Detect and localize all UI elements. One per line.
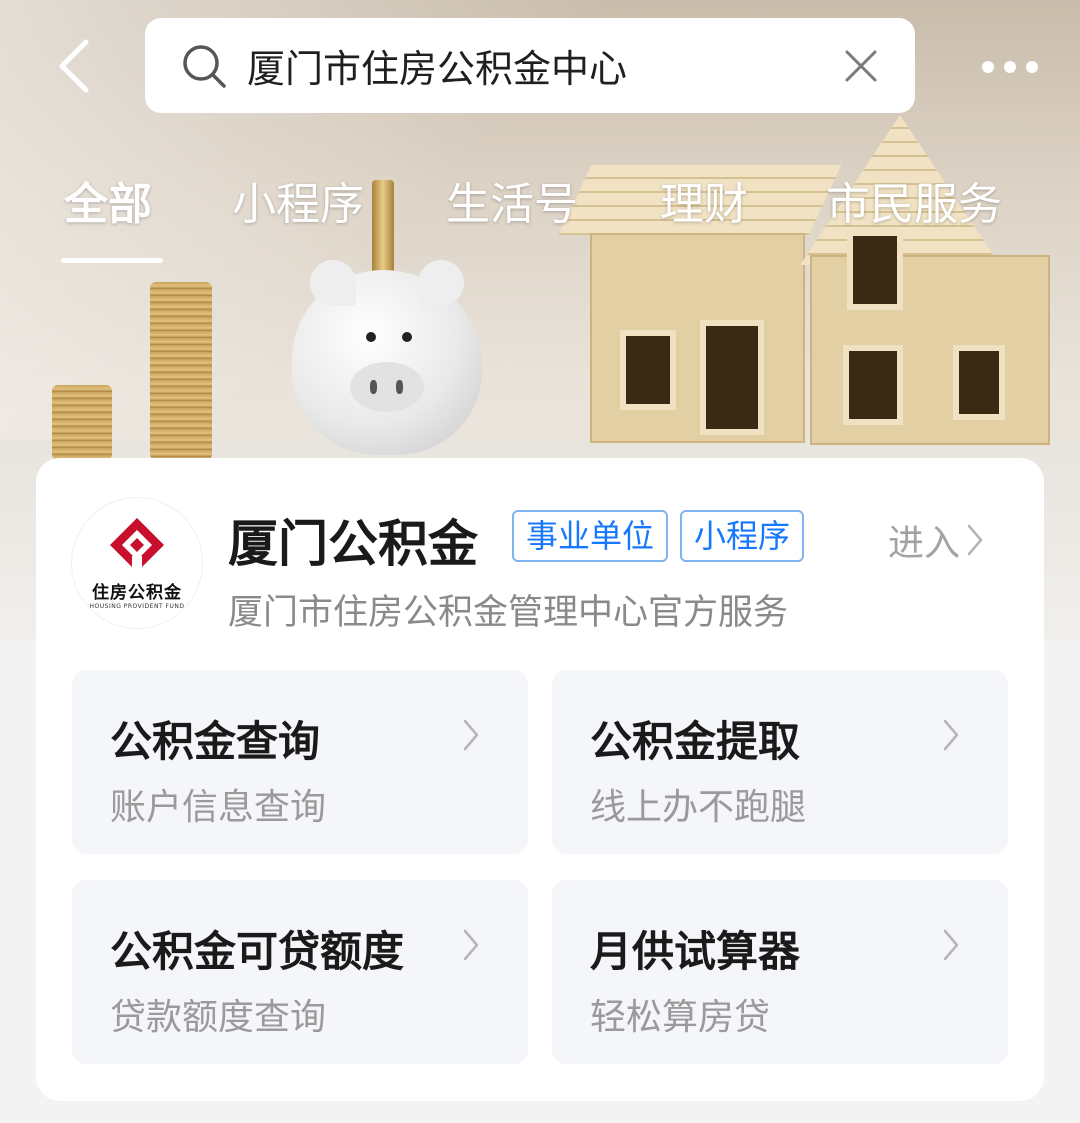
- service-loan-quota[interactable]: 公积金可贷额度 贷款额度查询: [72, 880, 528, 1064]
- chevron-right-icon: [463, 719, 479, 751]
- service-desc: 贷款额度查询: [110, 997, 327, 1038]
- chevron-right-icon: [967, 524, 983, 556]
- tab-mini-program[interactable]: 小程序: [232, 168, 364, 232]
- active-tab-indicator: [61, 258, 163, 263]
- tab-all[interactable]: 全部: [64, 168, 152, 232]
- tab-life-account[interactable]: 生活号: [446, 168, 578, 232]
- tab-citizen-services[interactable]: 市民服务: [826, 168, 1002, 232]
- service-title: 公积金可贷额度: [110, 927, 405, 976]
- logo-text: 住房公积金: [92, 583, 182, 603]
- search-icon: [183, 44, 226, 88]
- tab-finance[interactable]: 理财: [660, 168, 748, 232]
- service-fund-query[interactable]: 公积金查询 账户信息查询: [72, 670, 528, 854]
- result-card: 住房公积金 HOUSING PROVIDENT FUND 厦门公积金 事业单位 …: [36, 458, 1044, 1101]
- category-tabs: 全部 小程序 生活号 理财 市民服务: [0, 168, 1080, 268]
- close-icon[interactable]: [841, 46, 881, 86]
- search-query-text[interactable]: 厦门市住房公积金中心: [247, 38, 841, 93]
- back-button[interactable]: [50, 38, 96, 94]
- service-title: 公积金查询: [110, 717, 321, 766]
- chevron-right-icon: [943, 719, 959, 751]
- chevron-right-icon: [463, 929, 479, 961]
- service-fund-withdraw[interactable]: 公积金提取 线上办不跑腿: [552, 670, 1008, 854]
- logo-subtext: HOUSING PROVIDENT FUND: [89, 603, 185, 610]
- enter-label: 进入: [888, 523, 961, 564]
- service-payment-calculator[interactable]: 月供试算器 轻松算房贷: [552, 880, 1008, 1064]
- tag-mini-program: 小程序: [680, 510, 805, 562]
- chevron-right-icon: [943, 929, 959, 961]
- app-logo[interactable]: 住房公积金 HOUSING PROVIDENT FUND: [72, 498, 202, 628]
- chevron-left-icon: [59, 39, 89, 93]
- service-title: 公积金提取: [590, 717, 801, 766]
- more-dots-icon: [982, 61, 994, 73]
- enter-button[interactable]: 进入: [888, 514, 984, 566]
- service-title: 月供试算器: [590, 927, 801, 976]
- app-description: 厦门市住房公积金管理中心官方服务: [228, 593, 789, 633]
- service-desc: 线上办不跑腿: [590, 787, 807, 828]
- service-desc: 轻松算房贷: [590, 997, 771, 1038]
- more-options-button[interactable]: [982, 52, 1038, 82]
- tag-institution: 事业单位: [512, 510, 669, 562]
- search-input[interactable]: 厦门市住房公积金中心: [145, 18, 915, 113]
- app-name[interactable]: 厦门公积金: [228, 504, 478, 576]
- piggy-bank-illustration: [292, 260, 482, 455]
- service-desc: 账户信息查询: [110, 787, 327, 828]
- housing-fund-logo-icon: [110, 518, 164, 572]
- house-model-illustration: [558, 115, 1075, 460]
